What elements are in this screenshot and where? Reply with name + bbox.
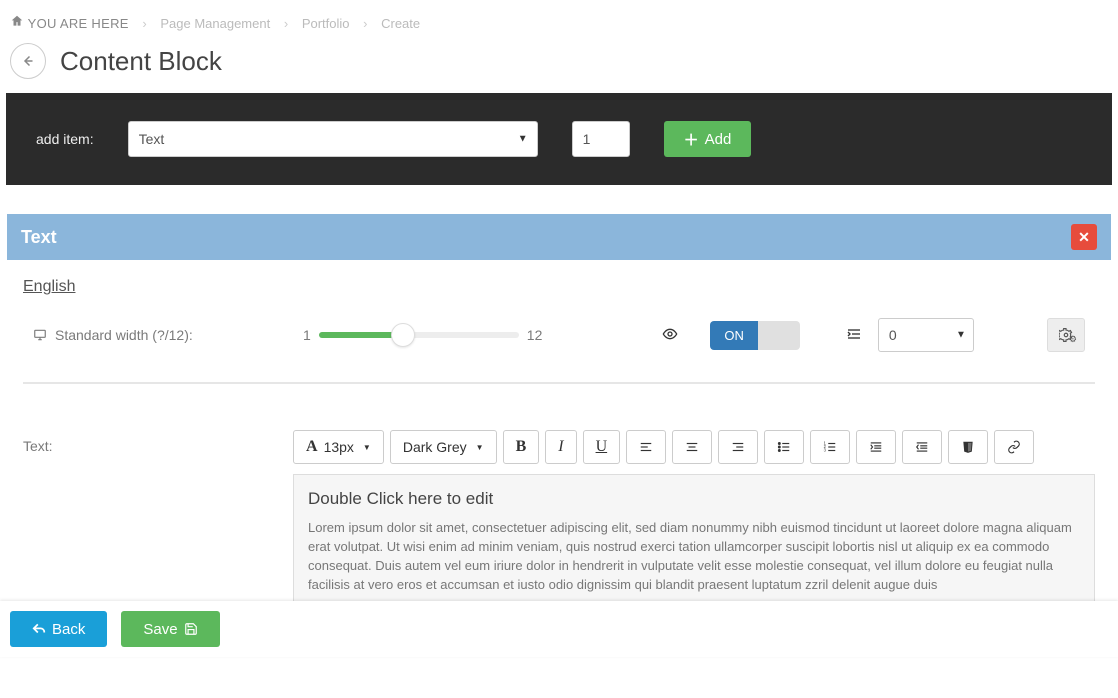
align-right-icon	[731, 440, 745, 454]
slider-handle[interactable]	[391, 323, 415, 347]
close-icon: ✕	[1078, 229, 1090, 246]
add-button[interactable]: ＋ Add	[664, 121, 752, 157]
slider-max: 12	[527, 327, 543, 343]
item-quantity-input[interactable]	[572, 121, 630, 157]
back-circle-button[interactable]	[10, 43, 46, 79]
add-item-label: add item:	[36, 131, 94, 147]
add-button-label: Add	[705, 131, 732, 148]
width-slider[interactable]	[319, 332, 519, 338]
indent-icon	[846, 326, 862, 342]
caret-down-icon: ▼	[476, 443, 484, 452]
align-center-button[interactable]	[672, 430, 712, 464]
reply-icon	[32, 622, 46, 636]
breadcrumb-item[interactable]: Page Management	[160, 16, 270, 31]
footer-save-label: Save	[143, 621, 177, 638]
list-ul-button[interactable]	[764, 430, 804, 464]
svg-text:3: 3	[824, 448, 827, 453]
caret-down-icon: ▼	[363, 443, 371, 452]
outdent-icon	[915, 440, 929, 454]
footer-save-button[interactable]: Save	[121, 611, 219, 647]
font-color-label: Dark Grey	[403, 439, 467, 455]
arrow-left-icon	[19, 52, 37, 70]
page-title: Content Block	[60, 46, 222, 77]
list-ul-icon	[777, 440, 791, 454]
width-label: Standard width (?/12):	[55, 327, 193, 343]
monitor-icon	[33, 328, 47, 342]
text-editor[interactable]: Double Click here to edit Lorem ipsum do…	[293, 474, 1095, 609]
item-type-select[interactable]: Text	[128, 121, 538, 157]
save-icon	[184, 622, 198, 636]
breadcrumb-here: YOU ARE HERE	[28, 16, 129, 31]
footer-back-button[interactable]: Back	[10, 611, 107, 647]
list-ol-icon: 123	[823, 440, 837, 454]
breadcrumb-item[interactable]: Create	[381, 16, 420, 31]
align-left-button[interactable]	[626, 430, 666, 464]
text-label: Text:	[23, 438, 53, 454]
font-color-button[interactable]: Dark Grey ▼	[390, 430, 497, 464]
gear-sub-icon: ⚙	[1069, 334, 1077, 345]
footer-bar: Back Save	[0, 601, 1118, 657]
chevron-right-icon: ›	[142, 16, 146, 31]
editor-placeholder-body: Lorem ipsum dolor sit amet, consectetuer…	[308, 519, 1080, 594]
italic-button[interactable]: I	[545, 430, 576, 464]
breadcrumb: YOU ARE HERE › Page Management › Portfol…	[6, 6, 1112, 43]
outdent-button[interactable]	[902, 430, 942, 464]
footer-back-label: Back	[52, 621, 85, 638]
language-tab-english[interactable]: English	[23, 278, 75, 314]
add-item-bar: add item: Text ▼ ＋ Add	[6, 93, 1112, 185]
indent-select[interactable]: 0	[878, 318, 974, 352]
slider-min: 1	[303, 327, 311, 343]
eye-icon	[662, 326, 678, 342]
toggle-on-label: ON	[710, 321, 758, 350]
link-icon	[1007, 440, 1021, 454]
chevron-right-icon: ›	[363, 16, 367, 31]
align-left-icon	[639, 440, 653, 454]
align-right-button[interactable]	[718, 430, 758, 464]
html5-icon	[961, 440, 975, 454]
font-size-button[interactable]: A 13px ▼	[293, 430, 384, 464]
content-panel: Text ✕ English Standard width (?/12): 1	[6, 213, 1112, 622]
underline-button[interactable]: U	[583, 430, 621, 464]
panel-close-button[interactable]: ✕	[1071, 224, 1097, 250]
align-center-icon	[685, 440, 699, 454]
bold-button[interactable]: B	[503, 430, 540, 464]
list-ol-button[interactable]: 123	[810, 430, 850, 464]
font-size-label: 13px	[324, 439, 354, 455]
home-icon	[10, 14, 24, 28]
visibility-toggle[interactable]: ON	[710, 321, 800, 350]
link-button[interactable]	[994, 430, 1034, 464]
font-A-icon: A	[306, 438, 318, 456]
editor-placeholder-title: Double Click here to edit	[308, 489, 1080, 509]
panel-title: Text	[21, 227, 57, 248]
editor-toolbar: A 13px ▼ Dark Grey ▼ B I U	[293, 430, 1095, 464]
chevron-right-icon: ›	[284, 16, 288, 31]
html-button[interactable]	[948, 430, 988, 464]
indent-icon	[869, 440, 883, 454]
breadcrumb-item[interactable]: Portfolio	[302, 16, 350, 31]
indent-button[interactable]	[856, 430, 896, 464]
settings-button[interactable]: ⚙	[1047, 318, 1085, 352]
plus-icon: ＋	[684, 129, 699, 150]
